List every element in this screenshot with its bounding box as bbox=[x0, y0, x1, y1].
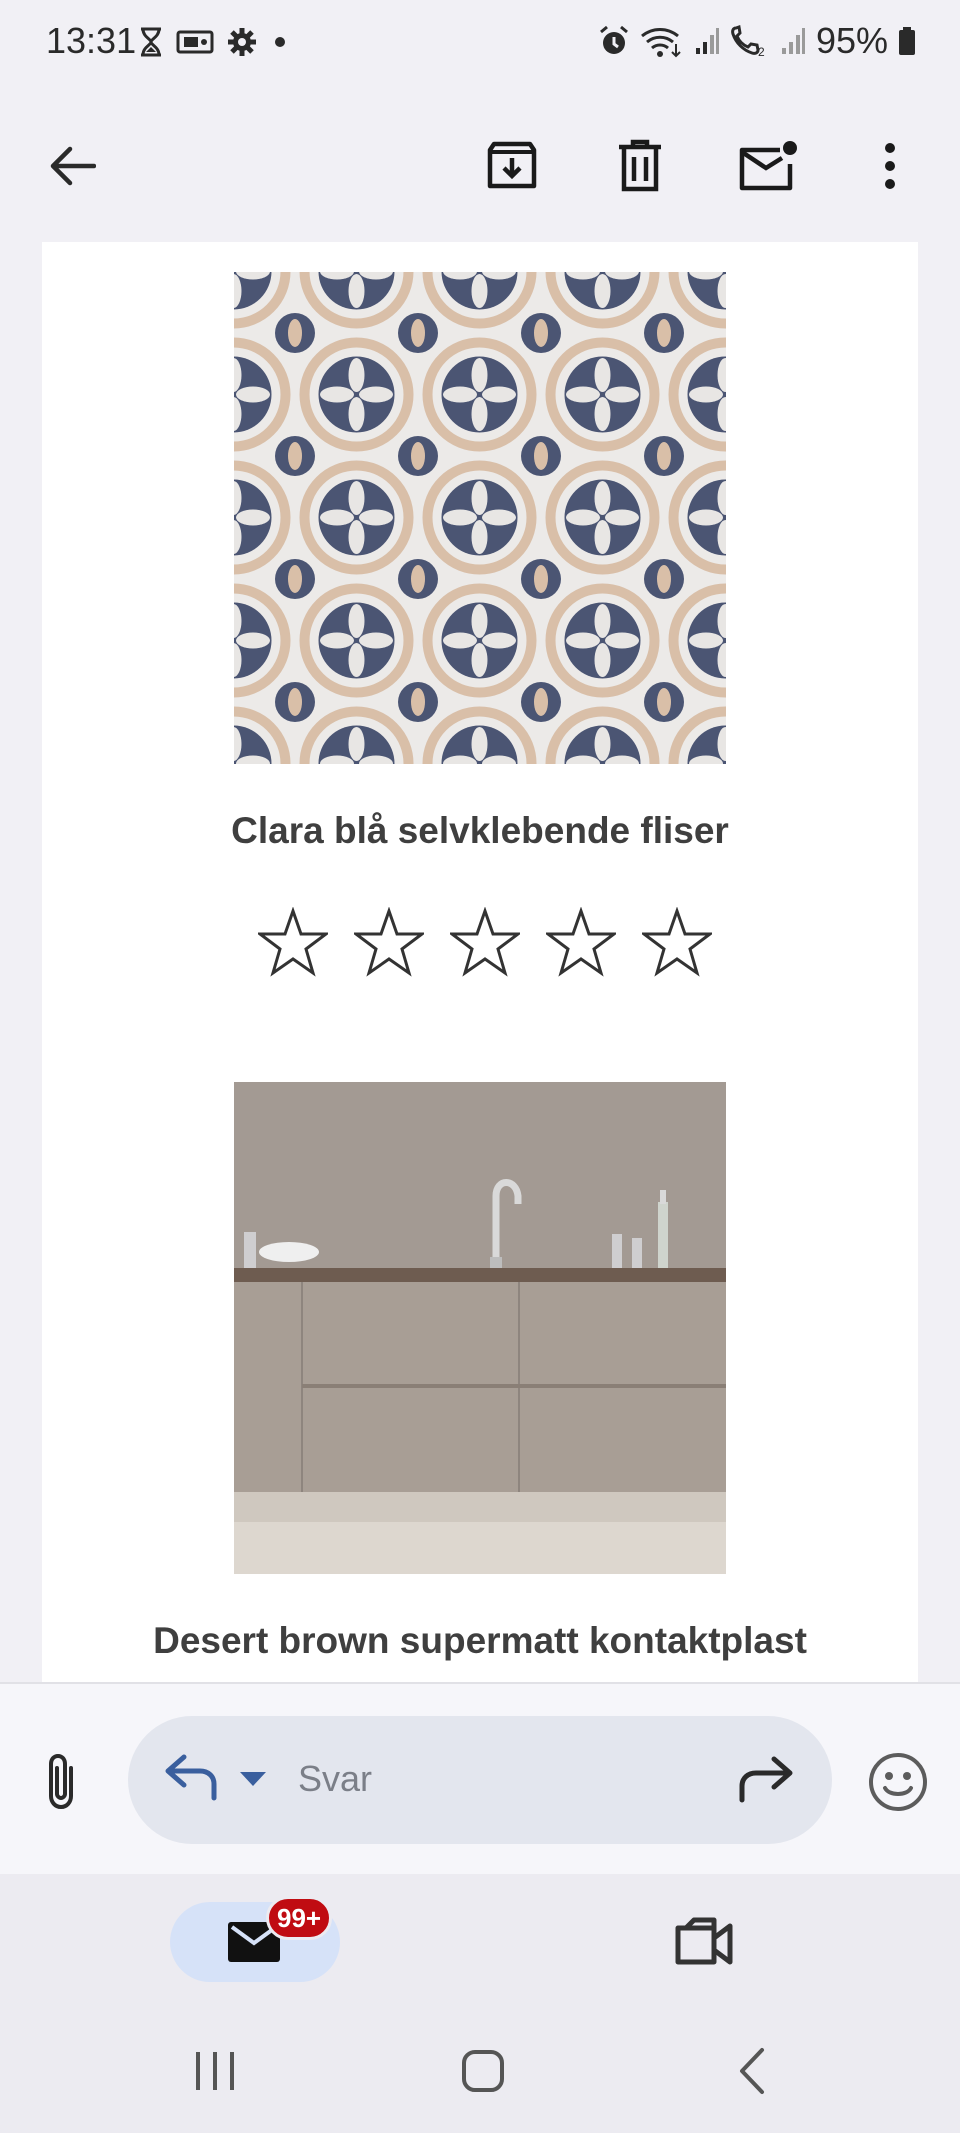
battery-percent: 95% bbox=[815, 20, 888, 61]
system-navigation-bar bbox=[0, 2004, 960, 2133]
rating-stars bbox=[258, 907, 712, 977]
star-icon[interactable] bbox=[642, 907, 712, 977]
paperclip-icon bbox=[49, 1753, 73, 1810]
archive-icon bbox=[487, 141, 537, 189]
system-back-icon[interactable] bbox=[728, 2046, 778, 2096]
delete-button[interactable] bbox=[604, 130, 676, 202]
mail-tab[interactable]: 99+ bbox=[170, 1896, 340, 1982]
bottom-navigation: 99+ bbox=[0, 1874, 960, 2004]
product-title[interactable]: Clara blå selvklebende fliser bbox=[42, 810, 918, 852]
back-arrow-icon bbox=[50, 146, 96, 186]
status-system-icons: 2 95% bbox=[598, 20, 916, 62]
battery-icon bbox=[899, 27, 915, 55]
volte-call-icon: 2 bbox=[731, 25, 765, 58]
status-time: 13:31 bbox=[46, 20, 137, 61]
home-icon[interactable] bbox=[458, 2046, 508, 2096]
mark-unread-icon bbox=[739, 141, 797, 191]
ticket-icon bbox=[176, 30, 214, 54]
star-icon[interactable] bbox=[450, 907, 520, 977]
recent-apps-icon[interactable] bbox=[190, 2046, 240, 2096]
dot-icon bbox=[275, 37, 285, 47]
star-icon[interactable] bbox=[354, 907, 424, 977]
message-toolbar bbox=[0, 90, 960, 240]
video-meet-icon[interactable] bbox=[672, 1914, 736, 1970]
reply-bar: Svar bbox=[0, 1684, 960, 1874]
status-notification-icons bbox=[138, 26, 290, 58]
reply-icon[interactable] bbox=[162, 1754, 218, 1806]
status-bar: 13:31 2 95% bbox=[0, 0, 960, 90]
kitchen-product-image[interactable] bbox=[234, 1082, 726, 1574]
emoji-icon[interactable] bbox=[866, 1750, 930, 1814]
hourglass-icon bbox=[141, 27, 161, 57]
wifi-icon bbox=[640, 28, 681, 58]
star-icon[interactable] bbox=[546, 907, 616, 977]
more-vert-icon bbox=[885, 143, 895, 189]
tile-product-image[interactable] bbox=[234, 272, 726, 764]
signal-icon bbox=[695, 28, 719, 54]
email-body: Clara blå selvklebende fliser Desert bro… bbox=[42, 242, 918, 1682]
mark-unread-button[interactable] bbox=[732, 130, 804, 202]
reply-placeholder[interactable]: Svar bbox=[298, 1758, 372, 1800]
dropdown-arrow-icon[interactable] bbox=[238, 1768, 268, 1790]
gear-icon bbox=[228, 28, 256, 56]
forward-icon[interactable] bbox=[736, 1752, 796, 1808]
delete-icon bbox=[619, 139, 661, 192]
more-options-button[interactable] bbox=[854, 130, 926, 202]
star-icon[interactable] bbox=[258, 907, 328, 977]
unread-count-badge: 99+ bbox=[266, 1896, 333, 1940]
alarm-icon bbox=[599, 25, 628, 54]
quick-reply-field[interactable]: Svar bbox=[128, 1716, 832, 1844]
archive-button[interactable] bbox=[476, 130, 548, 202]
signal-icon bbox=[781, 28, 805, 54]
back-button[interactable] bbox=[36, 130, 108, 202]
attach-button[interactable] bbox=[28, 1748, 94, 1814]
svg-text:2: 2 bbox=[758, 45, 765, 58]
product-title[interactable]: Desert brown supermatt kontaktplast bbox=[42, 1620, 918, 1662]
